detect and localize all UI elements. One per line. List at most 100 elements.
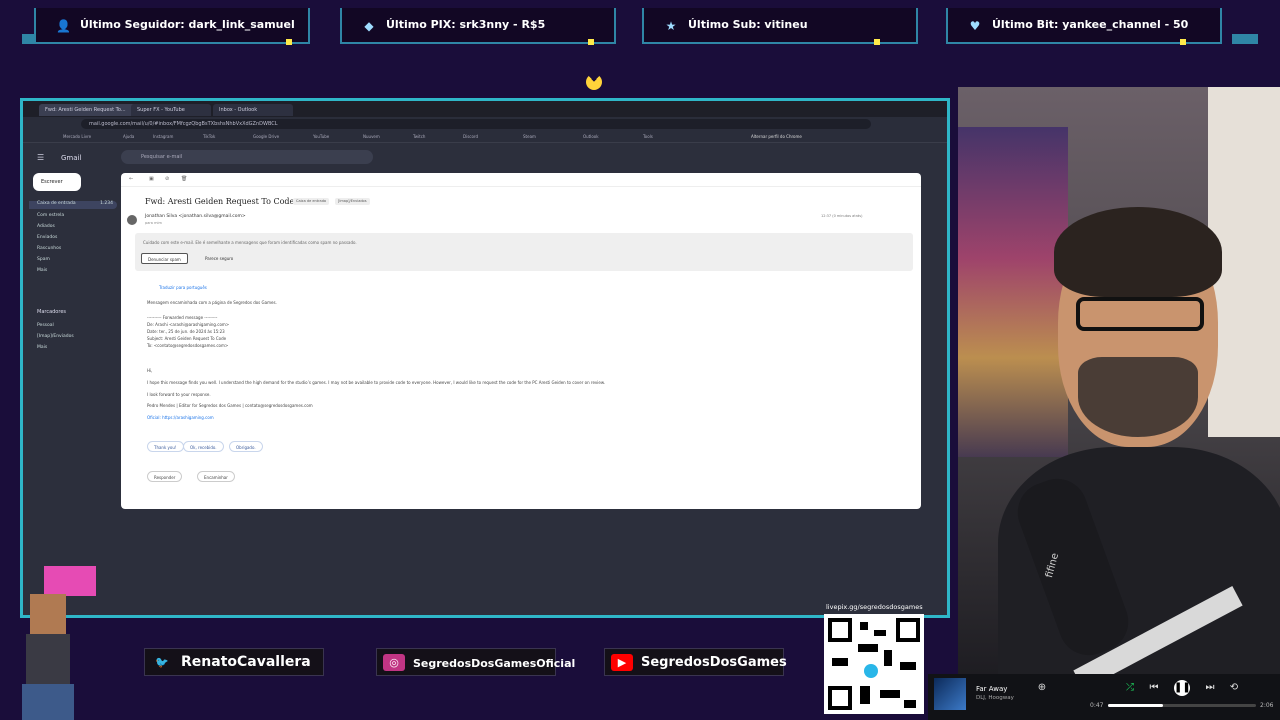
bookmark-item[interactable]: TikTok bbox=[203, 134, 215, 139]
spam-warning: Cuidado com este e-mail. Ele é semelhant… bbox=[135, 233, 913, 271]
label-item[interactable]: [Imap]/Enviados bbox=[37, 334, 74, 339]
bookmark-item[interactable]: Twitch bbox=[413, 134, 425, 139]
overlay-corner bbox=[1232, 34, 1258, 44]
social-handle: SegredosDosGamesOficial bbox=[413, 657, 576, 670]
bookmarks-bar: Mercado Livre Ajuda Instagram TikTok Goo… bbox=[23, 131, 947, 143]
search-input[interactable]: Pesquisar e-mail bbox=[121, 150, 373, 164]
smart-reply-button[interactable]: Obrigado. bbox=[229, 441, 263, 452]
song-artist: DLJ, Hoogway bbox=[976, 695, 1014, 701]
browser-tab[interactable]: Inbox - Outlook bbox=[213, 104, 293, 116]
total-time: 2:06 bbox=[1260, 702, 1274, 709]
sidebar-item-label: Caixa de entrada bbox=[37, 201, 76, 206]
body-line: Date: ter., 25 de jun. de 2024 às 15:23 bbox=[147, 329, 225, 334]
qr-url: livepix.gg/segredosdosgames bbox=[826, 603, 923, 611]
body-line: Mensagem encaminhada com a página de Seg… bbox=[147, 300, 277, 305]
browser-window: Fwd: Aresti Geiden Request To... Super F… bbox=[20, 98, 950, 618]
body-line: I look forward to your response. bbox=[147, 392, 211, 397]
pixel-avatar-sprite bbox=[8, 594, 88, 720]
profile-tooltip: Alternar perfil do Chrome bbox=[751, 134, 802, 139]
delete-icon[interactable]: 🗑 bbox=[181, 176, 187, 182]
progress-bar[interactable] bbox=[1108, 704, 1256, 707]
bookmark-item[interactable]: YouTube bbox=[313, 134, 329, 139]
webcam-feed bbox=[958, 87, 1280, 674]
qr-code bbox=[824, 614, 924, 714]
social-twitter[interactable]: 🐦 RenatoCavallera bbox=[144, 648, 324, 676]
streamer-glasses bbox=[1076, 297, 1204, 331]
repeat-icon[interactable]: ⟲ bbox=[1226, 680, 1242, 696]
label-chip[interactable]: [Imap]/Enviados bbox=[335, 198, 370, 205]
label-item[interactable]: Pessoal bbox=[37, 323, 54, 328]
sidebar-item-spam[interactable]: Spam bbox=[37, 257, 50, 262]
translate-link[interactable]: Traduzir para português bbox=[159, 285, 207, 290]
ticker-dot bbox=[874, 39, 880, 45]
bookmark-item[interactable]: Ajuda bbox=[123, 134, 134, 139]
bookmark-item[interactable]: Mercado Livre bbox=[63, 134, 91, 139]
body-link[interactable]: Oficial: https://arashigaming.com bbox=[147, 415, 214, 420]
browser-tab[interactable]: Fwd: Aresti Geiden Request To... bbox=[39, 104, 143, 116]
ticker-last-pix: ◆ Último PIX: srk3nny - R$5 bbox=[340, 8, 616, 45]
label-chip[interactable]: Caixa de entrada bbox=[293, 198, 330, 205]
body-line: ---------- Forwarded message --------- bbox=[147, 315, 218, 320]
bookmark-item[interactable]: Steam bbox=[523, 134, 536, 139]
sidebar-item-snoozed[interactable]: Adiados bbox=[37, 224, 55, 229]
ticker-last-sub: ★ Último Sub: vitineu bbox=[642, 8, 918, 45]
label-item[interactable]: Mais bbox=[37, 345, 47, 350]
url-field[interactable]: mail.google.com/mail/u/0/#inbox/FMfcgzQb… bbox=[81, 119, 871, 129]
back-arrow-icon[interactable]: ← bbox=[129, 176, 133, 182]
email-date: 12:37 (0 minutos atrás) bbox=[821, 214, 863, 218]
pause-button[interactable]: ❚❚ bbox=[1174, 680, 1191, 696]
ticker-text: Último Sub: vitineu bbox=[688, 18, 808, 31]
email-toolbar: ← ▣ ⊘ 🗑 bbox=[121, 173, 921, 187]
tab-strip: Fwd: Aresti Geiden Request To... Super F… bbox=[23, 101, 947, 117]
sidebar-item-inbox[interactable]: Caixa de entrada 1.234 bbox=[29, 201, 117, 209]
address-bar-row: mail.google.com/mail/u/0/#inbox/FMfcgzQb… bbox=[23, 117, 947, 131]
twitter-icon: 🐦 bbox=[155, 656, 169, 669]
body-line: De: Arashi <arashi@arashigaming.com> bbox=[147, 322, 230, 327]
gmail-sidebar: Escrever Caixa de entrada 1.234 Com estr… bbox=[23, 173, 119, 613]
smart-reply-button[interactable]: Ok, recebido. bbox=[183, 441, 224, 452]
body-line: I hope this message finds you well. I un… bbox=[147, 380, 606, 385]
add-icon[interactable]: ⊕ bbox=[1034, 680, 1050, 696]
sidebar-item-starred[interactable]: Com estrela bbox=[37, 213, 64, 218]
body-line: Hi, bbox=[147, 368, 153, 373]
space-invader-sprite bbox=[44, 566, 96, 596]
sidebar-item-drafts[interactable]: Rascunhos bbox=[37, 246, 61, 251]
gmail-logo[interactable]: Gmail bbox=[61, 154, 81, 162]
compose-button[interactable]: Escrever bbox=[33, 173, 81, 191]
sidebar-item-sent[interactable]: Enviados bbox=[37, 235, 57, 240]
reply-button[interactable]: Responder bbox=[147, 471, 183, 482]
sender-avatar bbox=[127, 215, 137, 225]
star-icon: ★ bbox=[665, 19, 677, 33]
shuffle-icon[interactable]: ⤮ bbox=[1122, 680, 1138, 696]
song-title: Far Away bbox=[976, 685, 1008, 693]
bookmark-item[interactable]: Discord bbox=[463, 134, 478, 139]
social-instagram[interactable]: ◎ SegredosDosGamesOficial bbox=[376, 648, 575, 676]
cam-shelf bbox=[958, 127, 1068, 457]
streamer-beard bbox=[1078, 357, 1198, 437]
bookmark-item[interactable]: Tools bbox=[643, 134, 653, 139]
report-icon[interactable]: ⊘ bbox=[165, 176, 169, 182]
bookmark-item[interactable]: Outlook bbox=[583, 134, 599, 139]
smart-reply-button[interactable]: Thank you! bbox=[147, 441, 184, 452]
progress-fill bbox=[1108, 704, 1163, 707]
ticker-text: Último PIX: srk3nny - R$5 bbox=[386, 18, 546, 31]
pacman-sprite bbox=[586, 74, 602, 90]
next-icon[interactable]: ⏭ bbox=[1202, 680, 1218, 696]
email-subject: Fwd: Aresti Geiden Request To Code bbox=[145, 197, 295, 206]
report-spam-button[interactable]: Denunciar spam bbox=[141, 253, 188, 264]
sidebar-item-more[interactable]: Mais bbox=[37, 268, 47, 273]
pix-icon: ◆ bbox=[364, 19, 374, 33]
bookmark-item[interactable]: Instagram bbox=[153, 134, 173, 139]
bookmark-item[interactable]: Google Drive bbox=[253, 134, 279, 139]
bookmark-item[interactable]: Nuuvem bbox=[363, 134, 380, 139]
browser-tab[interactable]: Super FX - YouTube bbox=[131, 104, 211, 116]
sender-name: Jonathan Silva <jonathan.silva@gmail.com… bbox=[145, 214, 246, 219]
forward-button[interactable]: Encaminhar bbox=[197, 471, 235, 482]
archive-icon[interactable]: ▣ bbox=[149, 176, 154, 182]
user-icon: 👤 bbox=[56, 19, 71, 33]
social-handle: RenatoCavallera bbox=[181, 654, 311, 670]
previous-icon[interactable]: ⏮ bbox=[1146, 680, 1162, 696]
menu-icon[interactable]: ☰ bbox=[37, 153, 44, 162]
social-youtube[interactable]: ▶ SegredosDosGames bbox=[604, 648, 787, 676]
looks-safe-button[interactable]: Parece seguro bbox=[199, 253, 239, 264]
